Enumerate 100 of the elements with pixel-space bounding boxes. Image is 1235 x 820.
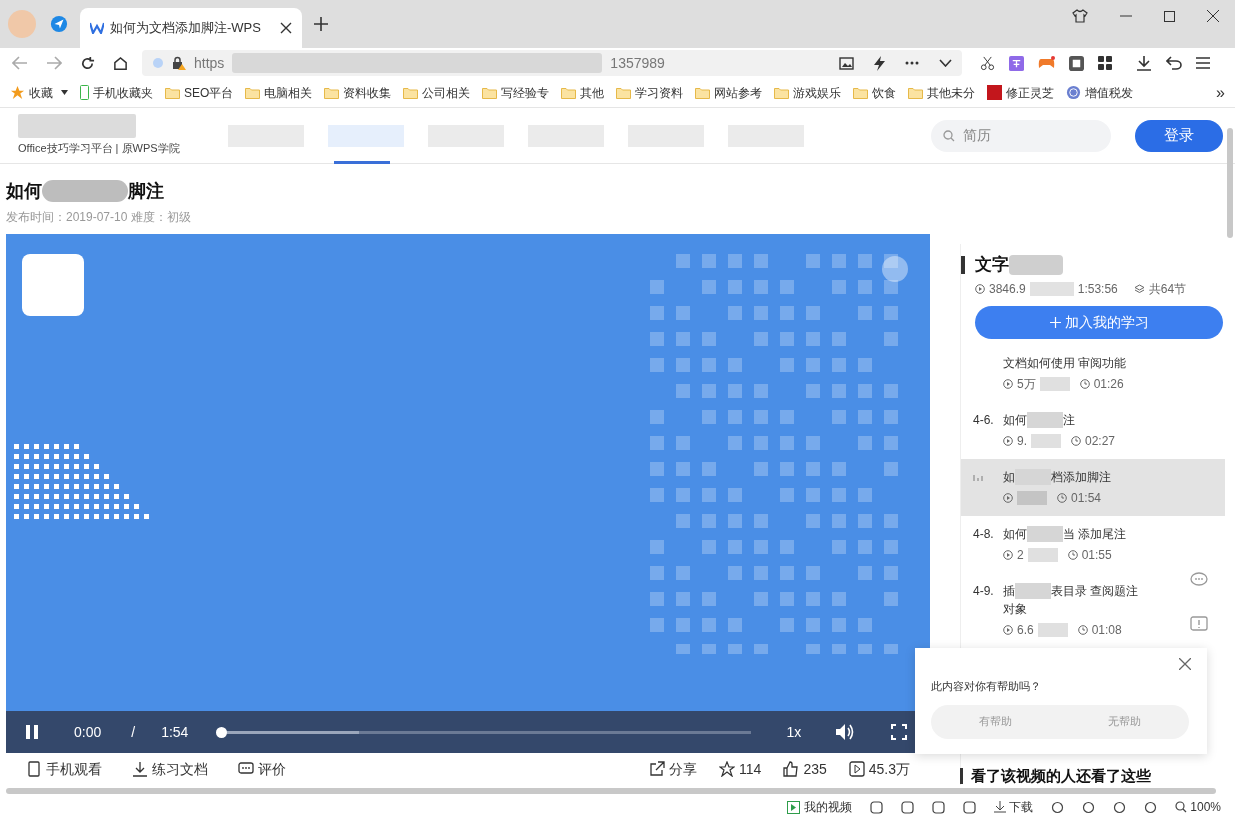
zoom-icon[interactable]	[1175, 801, 1188, 813]
lesson-item[interactable]: 4-9. 插 表目录 查阅题注 对象 6.6 01:08	[961, 573, 1225, 648]
lesson-title: 表目录 查阅题注	[1051, 583, 1139, 600]
home-icon[interactable]	[113, 55, 128, 71]
status-link[interactable]: 下载	[1009, 798, 1034, 816]
article-title: 脚注	[128, 179, 164, 203]
download-icon[interactable]	[994, 801, 1007, 813]
play-icon[interactable]	[848, 761, 865, 777]
clock-icon	[1067, 550, 1078, 560]
horizontal-scrollbar[interactable]	[6, 788, 1216, 794]
bookmark-link[interactable]: 其他未分	[927, 83, 976, 102]
join-study-button[interactable]: 加入我的学习	[975, 306, 1223, 339]
gamepad-icon[interactable]	[1038, 56, 1055, 70]
blurred-area	[1037, 623, 1068, 637]
bookmark-link[interactable]: 手机收藏夹	[93, 83, 153, 102]
zoom-level[interactable]: 100%	[1190, 798, 1221, 816]
share-icon[interactable]	[649, 761, 666, 777]
lesson-title: 当 添加尾注	[1063, 526, 1127, 543]
bookmark-link[interactable]: 饮食	[872, 83, 897, 102]
close-icon[interactable]	[1179, 658, 1191, 670]
bookmark-link[interactable]: 其他	[580, 83, 605, 102]
phone-icon[interactable]	[80, 85, 89, 100]
chevron-down-icon[interactable]	[939, 59, 952, 67]
menu-icon[interactable]	[1196, 57, 1210, 69]
bookmark-link[interactable]: 网站参考	[714, 83, 763, 102]
search-input[interactable]: 简历	[963, 125, 1083, 146]
star-icon[interactable]	[719, 761, 736, 777]
play-icon	[1003, 493, 1013, 503]
send-icon[interactable]	[50, 15, 68, 33]
lesson-duration: 01:55	[1081, 547, 1112, 564]
jd-logo-icon[interactable]	[987, 85, 1003, 100]
status-link[interactable]: 我的视频	[804, 798, 853, 816]
scissors-icon[interactable]	[980, 55, 995, 71]
bookmark-link[interactable]: 公司相关	[422, 83, 471, 102]
browser-tab[interactable]: 如何为文档添加脚注-WPS	[80, 8, 302, 48]
action-link[interactable]: 分享	[669, 758, 698, 780]
action-link[interactable]: 45.3万	[868, 758, 910, 780]
bookmark-link[interactable]: 收藏	[29, 83, 53, 102]
lesson-item[interactable]: 文档如何使用 审阅功能 5万 01:26	[961, 345, 1225, 402]
caret-icon[interactable]	[61, 90, 68, 95]
lesson-title: 如何	[1003, 412, 1027, 429]
current-time: 0:00	[74, 722, 102, 742]
bookmark-link[interactable]: 修正灵芝	[1006, 83, 1055, 102]
login-button[interactable]: 登录	[1135, 119, 1223, 152]
more-icon[interactable]	[905, 61, 919, 65]
equalizer-icon	[973, 472, 983, 481]
bookmark-link[interactable]: 游戏娱乐	[793, 83, 842, 102]
bookmark-link[interactable]: SEO平台	[184, 83, 234, 102]
clock-icon	[1079, 379, 1090, 389]
bookmark-link[interactable]: 增值税发	[1085, 83, 1134, 102]
thumbs-up-icon[interactable]	[783, 761, 800, 777]
action-link[interactable]: 114	[739, 758, 762, 780]
lesson-item[interactable]: 如 档添加脚注 01:54	[961, 459, 1225, 516]
lesson-title: 注	[1063, 412, 1075, 429]
lesson-item[interactable]: 4-6. 如何 注 9. 02:27	[961, 402, 1225, 459]
translate-icon[interactable]	[1009, 55, 1024, 71]
lesson-number: 4-6.	[973, 413, 994, 427]
video-duration: 1:54	[161, 722, 189, 742]
view-count: 9.	[1017, 433, 1027, 450]
layers-icon	[1133, 283, 1145, 295]
progress-thumb[interactable]	[216, 726, 228, 738]
close-icon[interactable]	[280, 22, 292, 34]
new-tab-icon[interactable]	[314, 17, 328, 31]
bookmark-link[interactable]: 学习资料	[635, 83, 684, 102]
video-icon[interactable]	[787, 800, 801, 814]
download-icon[interactable]	[132, 761, 148, 777]
volume-icon[interactable]	[835, 723, 856, 741]
plus-icon	[1049, 317, 1061, 328]
maximize-icon[interactable]	[1164, 10, 1175, 22]
shirt-icon[interactable]	[1072, 9, 1088, 23]
fullscreen-icon[interactable]	[891, 724, 908, 740]
close-icon[interactable]	[1207, 10, 1219, 22]
action-link[interactable]: 评价	[258, 758, 286, 780]
apps-grid-icon[interactable]	[1098, 56, 1112, 70]
lesson-title: 档添加脚注	[1051, 469, 1111, 486]
lesson-duration: 01:54	[1071, 490, 1102, 507]
bookmark-link[interactable]: 资料收集	[343, 83, 392, 102]
bookmark-link[interactable]: 写经验专	[501, 83, 550, 102]
action-link[interactable]: 手机观看	[46, 758, 102, 780]
undo-icon[interactable]	[1166, 56, 1182, 70]
action-link[interactable]: 235	[803, 758, 827, 780]
globe-icon[interactable]	[1066, 85, 1082, 100]
chat-bubble-icon[interactable]	[1190, 572, 1208, 588]
pause-button[interactable]	[24, 724, 40, 740]
reload-icon[interactable]	[80, 55, 95, 71]
more-bookmarks-button[interactable]: »	[1216, 80, 1225, 105]
book-icon[interactable]	[1069, 55, 1084, 71]
lightning-icon[interactable]	[874, 55, 885, 71]
address-field[interactable]: https 1357989	[142, 50, 962, 76]
lesson-title: 插	[1003, 583, 1015, 600]
bookmark-link[interactable]: 电脑相关	[264, 83, 313, 102]
comment-icon[interactable]	[238, 761, 254, 777]
speed-button[interactable]: 1x	[786, 721, 802, 743]
lesson-item[interactable]: 4-8. 如何 当 添加尾注 2 01:55	[961, 516, 1225, 573]
download-icon[interactable]	[1136, 55, 1152, 71]
star-icon[interactable]	[10, 85, 25, 100]
vertical-scrollbar[interactable]	[1227, 128, 1233, 238]
action-link[interactable]: 练习文档	[152, 758, 208, 780]
search-field[interactable]: 简历	[931, 119, 1111, 152]
phone-icon[interactable]	[26, 761, 42, 777]
